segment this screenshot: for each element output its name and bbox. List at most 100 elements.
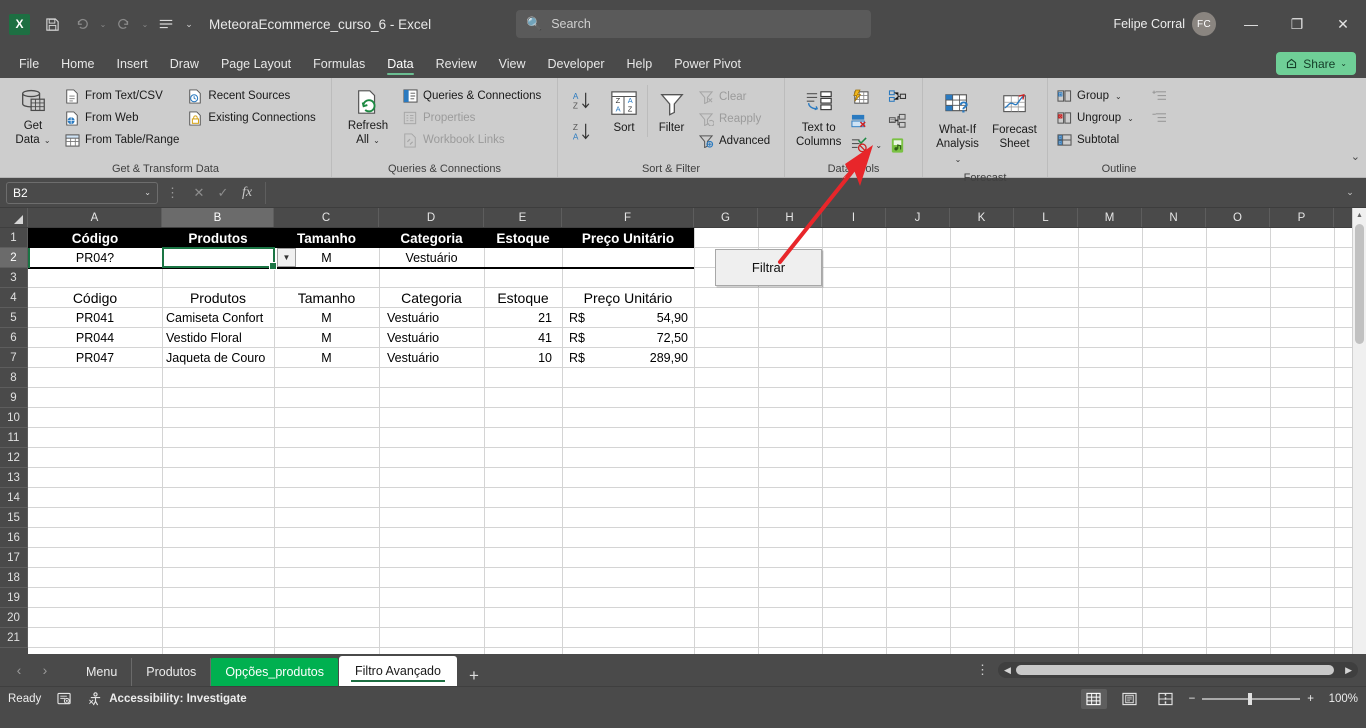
cell-f1[interactable]: Preço Unitário: [562, 228, 694, 248]
cell-b1[interactable]: Produtos: [162, 228, 274, 248]
row-header-21[interactable]: 21: [0, 628, 28, 648]
tab-home[interactable]: Home: [50, 54, 105, 78]
cell-e2[interactable]: [484, 248, 562, 267]
formula-input[interactable]: [265, 181, 1340, 204]
hide-detail-button[interactable]: [1147, 107, 1171, 129]
row-header-7[interactable]: 7: [0, 348, 28, 368]
text-to-columns-button[interactable]: Text to Columns: [790, 85, 847, 152]
cell-c6[interactable]: M: [274, 328, 379, 347]
row-header-8[interactable]: 8: [0, 368, 28, 388]
tab-page-layout[interactable]: Page Layout: [210, 54, 302, 78]
cell-d7[interactable]: Vestuário: [379, 348, 484, 367]
cell-d4[interactable]: Categoria: [379, 288, 484, 307]
show-detail-button[interactable]: [1147, 85, 1171, 107]
zoom-thumb[interactable]: [1248, 692, 1253, 705]
queries-connections-button[interactable]: Queries & Connections: [399, 85, 546, 107]
cell-c5[interactable]: M: [274, 308, 379, 327]
cell-e6[interactable]: 41: [484, 328, 562, 347]
cell-c7[interactable]: M: [274, 348, 379, 367]
avatar[interactable]: FC: [1192, 12, 1216, 36]
column-header-p[interactable]: P: [1270, 208, 1334, 227]
vertical-scrollbar[interactable]: ▲: [1352, 208, 1366, 654]
row-header-14[interactable]: 14: [0, 488, 28, 508]
column-header-d[interactable]: D: [379, 208, 484, 227]
column-header-b[interactable]: B: [162, 208, 274, 227]
zoom-track[interactable]: [1202, 692, 1301, 705]
filter-button[interactable]: Filter: [647, 85, 695, 138]
cell-c1[interactable]: Tamanho: [274, 228, 379, 248]
cell-a4[interactable]: Código: [28, 288, 162, 307]
cell-f5[interactable]: 54,90: [562, 308, 694, 327]
data-validation-button[interactable]: ⌄: [847, 134, 885, 156]
tab-data[interactable]: Data: [376, 54, 424, 78]
sheet-tab-produtos[interactable]: Produtos: [132, 658, 212, 686]
sheet-tab-menu[interactable]: Menu: [72, 658, 133, 686]
page-layout-view-button[interactable]: [1117, 689, 1143, 709]
vertical-scroll-thumb[interactable]: [1355, 224, 1364, 344]
horizontal-scroll-thumb[interactable]: [1016, 665, 1334, 675]
cell-e5[interactable]: 21: [484, 308, 562, 327]
row-header-15[interactable]: 15: [0, 508, 28, 528]
row-header-19[interactable]: 19: [0, 588, 28, 608]
row-header-18[interactable]: 18: [0, 568, 28, 588]
restore-button[interactable]: ❐: [1274, 4, 1320, 44]
undo-dropdown-icon[interactable]: ⌄: [97, 9, 109, 39]
tab-review[interactable]: Review: [425, 54, 488, 78]
column-header-n[interactable]: N: [1142, 208, 1206, 227]
customize-quick-access-icon[interactable]: ⌄: [181, 9, 197, 39]
tab-draw[interactable]: Draw: [159, 54, 210, 78]
tab-power-pivot[interactable]: Power Pivot: [663, 54, 752, 78]
zoom-in-button[interactable]: +: [1307, 693, 1314, 705]
name-box-chevron-icon[interactable]: ⌄: [144, 188, 151, 197]
row-header-4[interactable]: 4: [0, 288, 28, 308]
cell-a7[interactable]: PR047: [28, 348, 162, 367]
sort-ascending-button[interactable]: A Z: [567, 87, 597, 115]
save-icon[interactable]: [37, 9, 67, 39]
from-table-range-button[interactable]: From Table/Range: [61, 129, 184, 151]
confirm-entry-icon[interactable]: ✓: [211, 182, 235, 204]
cell-f6[interactable]: 72,50: [562, 328, 694, 347]
row-header-3[interactable]: 3: [0, 268, 28, 288]
column-header-m[interactable]: M: [1078, 208, 1142, 227]
tab-developer[interactable]: Developer: [537, 54, 616, 78]
cell-c4[interactable]: Tamanho: [274, 288, 379, 307]
cell-f4[interactable]: Preço Unitário: [562, 288, 694, 307]
relationships-button[interactable]: [885, 110, 910, 132]
ungroup-button[interactable]: Ungroup ⌄: [1053, 107, 1139, 129]
what-if-analysis-button[interactable]: ? What-If Analysis ⌄: [928, 87, 987, 168]
manage-data-model-button[interactable]: [885, 134, 910, 156]
existing-connections-button[interactable]: Existing Connections: [184, 107, 320, 129]
scroll-left-arrow-icon[interactable]: ◀: [1004, 665, 1011, 676]
from-web-button[interactable]: From Web: [61, 107, 184, 129]
from-text-csv-button[interactable]: From Text/CSV: [61, 85, 184, 107]
cancel-entry-icon[interactable]: ✕: [187, 182, 211, 204]
remove-duplicates-button[interactable]: [847, 110, 885, 132]
column-header-c[interactable]: C: [274, 208, 379, 227]
close-button[interactable]: ✕: [1320, 4, 1366, 44]
cell-d1[interactable]: Categoria: [379, 228, 484, 248]
sheet-tab-filtro-avancado[interactable]: Filtro Avançado: [339, 656, 457, 686]
tab-file[interactable]: File: [8, 54, 50, 78]
tab-insert[interactable]: Insert: [106, 54, 159, 78]
sheet-options-icon[interactable]: ⋮: [976, 662, 990, 678]
column-header-i[interactable]: I: [822, 208, 886, 227]
row-header-2[interactable]: 2: [0, 248, 28, 268]
normal-view-button[interactable]: [1080, 688, 1107, 709]
recent-sources-button[interactable]: Recent Sources: [184, 85, 320, 107]
accessibility-status[interactable]: Accessibility: Investigate: [88, 691, 247, 706]
row-header-13[interactable]: 13: [0, 468, 28, 488]
row-header-6[interactable]: 6: [0, 328, 28, 348]
insert-function-icon[interactable]: fx: [235, 182, 259, 204]
subtotal-button[interactable]: Subtotal: [1053, 129, 1139, 151]
column-header-o[interactable]: O: [1206, 208, 1270, 227]
scroll-up-arrow-icon[interactable]: ▲: [1353, 208, 1366, 222]
get-data-button[interactable]: Get Data ⌄: [5, 83, 61, 150]
next-sheet-icon[interactable]: ›: [32, 657, 58, 683]
group-chevron-icon[interactable]: ⌄: [1115, 92, 1122, 101]
column-header-f[interactable]: F: [562, 208, 694, 227]
column-header-l[interactable]: L: [1014, 208, 1078, 227]
forecast-sheet-button[interactable]: Forecast Sheet: [987, 87, 1042, 154]
row-header-5[interactable]: 5: [0, 308, 28, 328]
row-header-11[interactable]: 11: [0, 428, 28, 448]
data-validation-chevron-icon[interactable]: ⌄: [875, 141, 882, 150]
